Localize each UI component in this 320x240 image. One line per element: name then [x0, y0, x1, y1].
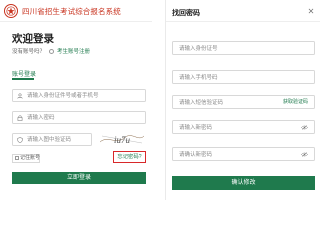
shield-icon	[17, 137, 23, 143]
id-field[interactable]	[12, 89, 146, 102]
reset-password-dialog: 找回密码 获取验证码 确认修改	[165, 0, 320, 200]
register-link[interactable]: 考生账号注册	[57, 49, 90, 55]
close-icon[interactable]	[308, 8, 314, 14]
panel-gap	[155, 0, 165, 200]
lock-icon	[17, 115, 23, 121]
user-icon	[17, 93, 23, 99]
dialog-title: 找回密码	[172, 10, 200, 17]
site-header: 四川省招生考试综合报名系统	[0, 0, 152, 22]
reset-id-field[interactable]	[172, 41, 315, 55]
captcha-image[interactable]: iu7u	[98, 133, 146, 146]
confirm-change-button[interactable]: 确认修改	[172, 176, 315, 190]
reset-phone-field[interactable]	[172, 70, 315, 84]
reset-phone-input[interactable]	[179, 73, 279, 82]
captcha-input[interactable]	[27, 135, 89, 144]
reset-new-password-field[interactable]	[172, 120, 315, 134]
welcome-heading: 欢迎登录	[12, 33, 54, 45]
site-title: 四川省招生考试综合报名系统	[22, 7, 121, 16]
no-account-line: 没有账号吗？ 考生账号注册	[12, 47, 90, 55]
dialog-divider	[166, 21, 320, 22]
tab-active-indicator	[12, 78, 34, 80]
no-account-text: 没有账号吗？	[12, 49, 46, 55]
login-panel: 四川省招生考试综合报名系统 欢迎登录 没有账号吗？ 考生账号注册 账号登录 iu7…	[0, 0, 152, 200]
remember-account-checkbox[interactable]: 记住账号	[12, 154, 40, 163]
id-input[interactable]	[27, 91, 139, 100]
login-button[interactable]: 立即登录	[12, 172, 146, 184]
captcha-text: iu7u	[114, 135, 131, 145]
reset-confirm-password-input[interactable]	[179, 150, 279, 159]
remember-label: 记住账号	[20, 155, 41, 161]
provincial-seal-logo-icon	[4, 4, 18, 18]
tab-account-login[interactable]: 账号登录	[12, 69, 36, 78]
reset-confirm-password-field[interactable]	[172, 147, 315, 161]
forgot-password-link[interactable]: 忘记密码?	[113, 151, 146, 163]
eye-slash-icon[interactable]	[301, 152, 308, 157]
reset-sms-input[interactable]	[179, 98, 279, 107]
reset-id-input[interactable]	[179, 44, 279, 53]
reset-new-password-input[interactable]	[179, 123, 279, 132]
reset-sms-field[interactable]: 获取验证码	[172, 95, 315, 109]
checkbox-box[interactable]	[15, 155, 19, 160]
get-code-button[interactable]: 获取验证码	[283, 99, 308, 106]
question-icon	[49, 48, 55, 54]
eye-slash-icon[interactable]	[301, 125, 308, 130]
password-input[interactable]	[27, 113, 139, 122]
password-field[interactable]	[12, 111, 146, 124]
captcha-field[interactable]	[12, 133, 92, 146]
